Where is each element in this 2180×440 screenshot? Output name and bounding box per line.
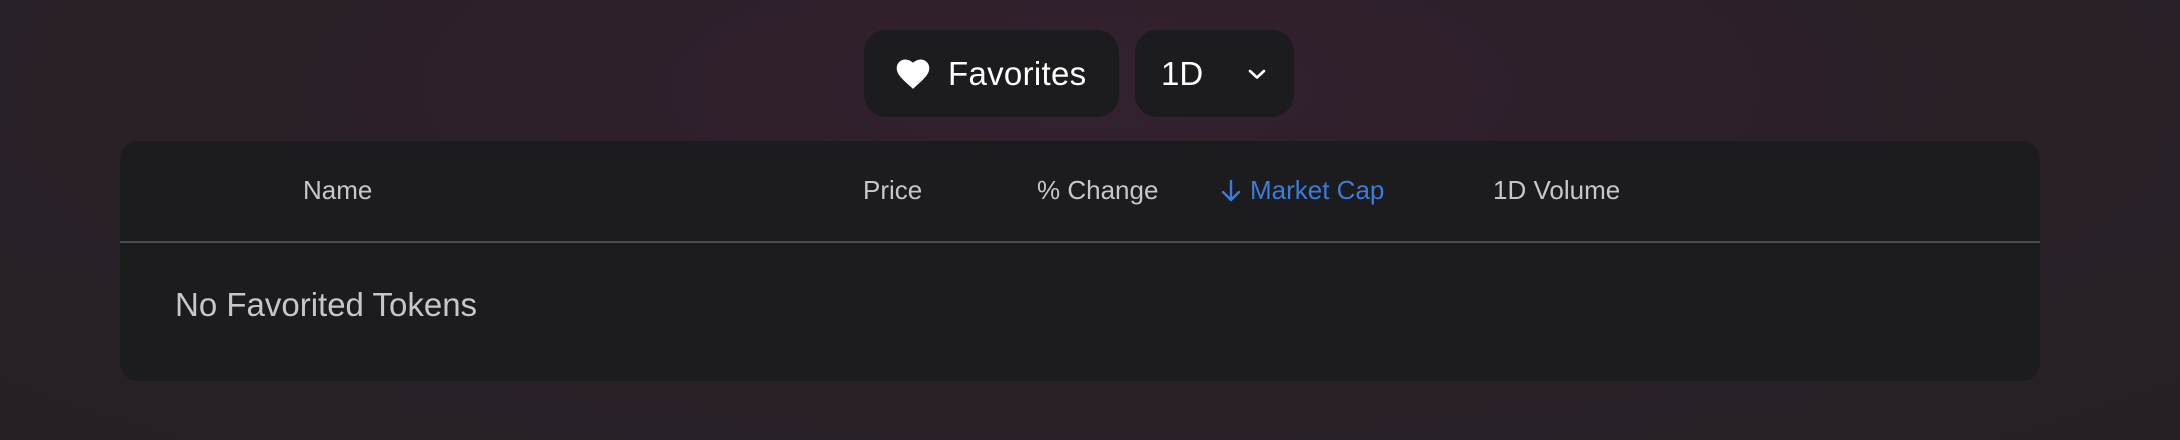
time-period-dropdown[interactable]: 1D (1135, 30, 1294, 117)
column-header-change[interactable]: % Change (1037, 175, 1158, 206)
favorites-button[interactable]: Favorites (864, 30, 1119, 117)
chevron-down-icon (1247, 67, 1267, 81)
empty-state-message: No Favorited Tokens (175, 286, 478, 323)
arrow-down-icon (1220, 178, 1242, 204)
heart-icon (896, 58, 930, 90)
column-header-market-cap-label: Market Cap (1250, 175, 1385, 205)
tokens-table: Name Price % Change Market Cap 1D Volume… (120, 141, 2040, 381)
toolbar: Favorites 1D (864, 30, 1294, 117)
table-header: Name Price % Change Market Cap 1D Volume (120, 141, 2040, 243)
column-header-name[interactable]: Name (303, 175, 372, 206)
column-header-price[interactable]: Price (863, 175, 922, 206)
column-header-volume[interactable]: 1D Volume (1493, 175, 1620, 206)
column-header-market-cap[interactable]: Market Cap (1220, 175, 1384, 206)
time-period-value: 1D (1161, 54, 1204, 92)
favorites-label: Favorites (948, 54, 1087, 92)
